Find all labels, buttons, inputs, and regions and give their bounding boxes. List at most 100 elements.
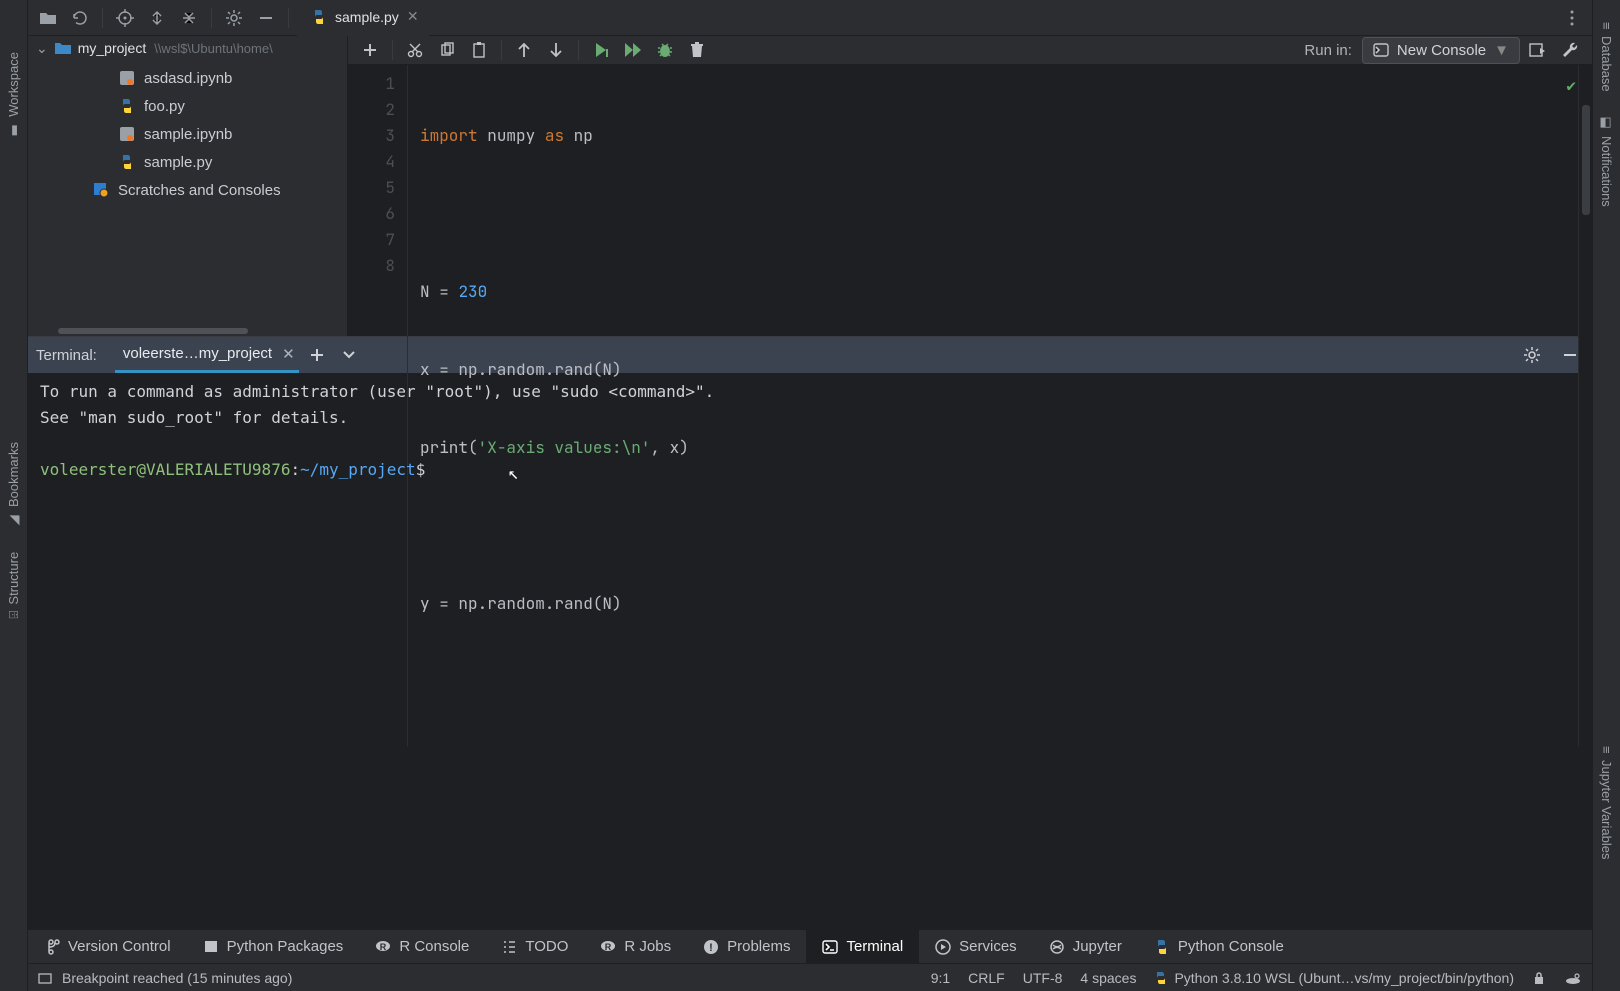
tree-file-sample-ipynb[interactable]: sample.ipynb (28, 120, 347, 148)
jupyter-vars-label: Jupyter Variables (1599, 760, 1614, 859)
r-console-label: R Console (399, 938, 469, 955)
wrench-icon[interactable] (1556, 36, 1584, 64)
cut-icon[interactable] (401, 36, 429, 64)
notifications-rail[interactable]: ◧ Notifications (1599, 103, 1614, 219)
services-label: Services (959, 938, 1017, 955)
terminal-body[interactable]: To run a command as administrator (user … (28, 373, 1592, 929)
folder-icon (54, 41, 72, 55)
console-icon (1373, 43, 1389, 57)
run-all-icon[interactable] (619, 36, 647, 64)
analysis-ok-icon[interactable]: ✔ (1566, 73, 1576, 99)
scratches-icon (92, 181, 110, 199)
go-to-console-icon[interactable] (1524, 36, 1552, 64)
prompt-sep: : (290, 460, 300, 479)
terminal-tool[interactable]: Terminal (806, 930, 919, 963)
close-terminal-tab-icon[interactable]: ✕ (282, 345, 295, 363)
tree-file-sample-py[interactable]: sample.py (28, 148, 347, 176)
refresh-icon[interactable] (66, 4, 94, 32)
jupyter-tool[interactable]: Jupyter (1033, 930, 1138, 963)
app-root: ▮ Workspace ◣ Bookmarks ⌹ Structure (0, 0, 1620, 991)
project-tree: ⌄ my_project \\wsl$\Ubuntu\home\ asdasd.… (28, 36, 348, 336)
project-root[interactable]: ⌄ my_project \\wsl$\Ubuntu\home\ (28, 36, 347, 60)
settings-gear-icon[interactable] (220, 4, 248, 32)
file-label: foo.py (144, 98, 185, 115)
mouse-cursor-icon: ↖ (508, 461, 519, 487)
separator (288, 8, 289, 28)
services-tool[interactable]: Services (919, 930, 1033, 963)
structure-label: Structure (6, 552, 21, 605)
editor-tab-sample[interactable]: sample.py ✕ (297, 0, 429, 36)
problems-tool[interactable]: ! Problems (687, 930, 806, 963)
debug-icon[interactable] (651, 36, 679, 64)
main-column: sample.py ✕ ⌄ my_project \\wsl$\Ubuntu\h… (28, 0, 1592, 991)
workspace-rail[interactable]: ▮ Workspace (6, 40, 21, 150)
python-file-icon (118, 97, 136, 115)
separator (501, 40, 502, 60)
structure-rail[interactable]: ⌹ Structure (6, 540, 21, 631)
notifications-label: Notifications (1599, 136, 1614, 207)
indent-setting[interactable]: 4 spaces (1080, 970, 1136, 986)
vars-icon: ≡ (1599, 746, 1614, 754)
jupyter-label: Jupyter (1073, 938, 1122, 955)
tree-scratches[interactable]: Scratches and Consoles (28, 176, 347, 204)
terminal-tool-label: Terminal (846, 938, 903, 955)
add-cell-icon[interactable] (356, 36, 384, 64)
packages-tool[interactable]: Python Packages (187, 930, 360, 963)
line-separator[interactable]: CRLF (968, 970, 1005, 986)
tree-file-asdasd[interactable]: asdasd.ipynb (28, 64, 347, 92)
vcs-tool[interactable]: Version Control (28, 930, 187, 963)
python-file-icon (118, 153, 136, 171)
delete-icon[interactable] (683, 36, 711, 64)
terminal-tab[interactable]: voleerste…my_project ✕ (115, 337, 299, 373)
r-jobs-tool[interactable]: RR Jobs (584, 930, 687, 963)
encoding[interactable]: UTF-8 (1023, 970, 1063, 986)
separator (578, 40, 579, 60)
cursor-position[interactable]: 9:1 (931, 970, 950, 986)
move-down-icon[interactable] (542, 36, 570, 64)
copy-icon[interactable] (433, 36, 461, 64)
paste-icon[interactable] (465, 36, 493, 64)
scrollbar-thumb[interactable] (58, 328, 248, 334)
database-rail[interactable]: ≡ Database (1599, 10, 1614, 103)
lock-icon[interactable] (1532, 971, 1546, 985)
python-icon (1154, 971, 1168, 985)
target-icon[interactable] (111, 4, 139, 32)
svg-text:!: ! (709, 942, 713, 954)
structure-icon: ⌹ (6, 611, 21, 619)
memory-icon[interactable] (1564, 971, 1582, 985)
svg-text:R: R (380, 942, 387, 952)
move-up-icon[interactable] (510, 36, 538, 64)
problems-label: Problems (727, 938, 790, 955)
upper-row: ⌄ my_project \\wsl$\Ubuntu\home\ asdasd.… (28, 36, 1592, 336)
expand-icon[interactable] (143, 4, 171, 32)
r-console-tool[interactable]: R R Console (359, 930, 485, 963)
bookmark-icon: ◣ (6, 513, 21, 528)
project-name: my_project (78, 40, 146, 56)
open-icon[interactable] (34, 4, 62, 32)
interpreter: Python 3.8.10 WSL (Ubunt…vs/my_project/b… (1174, 970, 1514, 986)
prompt-path: ~/my_project (300, 460, 416, 479)
editor-tab-label: sample.py (335, 9, 399, 25)
jupyter-file-icon (118, 69, 136, 87)
todo-tool[interactable]: TODO (485, 930, 584, 963)
terminal-tab-label: voleerste…my_project (123, 345, 272, 362)
bookmarks-rail[interactable]: ◣ Bookmarks (6, 430, 21, 540)
separator (392, 40, 393, 60)
status-icon (38, 971, 52, 985)
interpreter-block[interactable]: Python 3.8.10 WSL (Ubunt…vs/my_project/b… (1154, 970, 1514, 986)
minimize-icon[interactable] (252, 4, 280, 32)
collapse-icon[interactable] (175, 4, 203, 32)
bottom-tools: Version Control Python Packages R R Conso… (28, 929, 1592, 963)
more-icon[interactable] (1558, 4, 1586, 32)
python-console-tool[interactable]: Python Console (1138, 930, 1300, 963)
jupyter-vars-rail[interactable]: ≡ Jupyter Variables (1599, 734, 1614, 871)
terminal-label: Terminal: (36, 347, 97, 364)
run-in-select[interactable]: New Console ▼ (1362, 37, 1520, 64)
close-tab-icon[interactable]: ✕ (407, 8, 419, 25)
tree-h-scrollbar[interactable] (28, 326, 347, 336)
run-cell-icon[interactable] (587, 36, 615, 64)
left-rail: ▮ Workspace ◣ Bookmarks ⌹ Structure (0, 0, 28, 991)
todo-label: TODO (525, 938, 568, 955)
tree-file-foo[interactable]: foo.py (28, 92, 347, 120)
new-terminal-icon[interactable] (303, 341, 331, 369)
